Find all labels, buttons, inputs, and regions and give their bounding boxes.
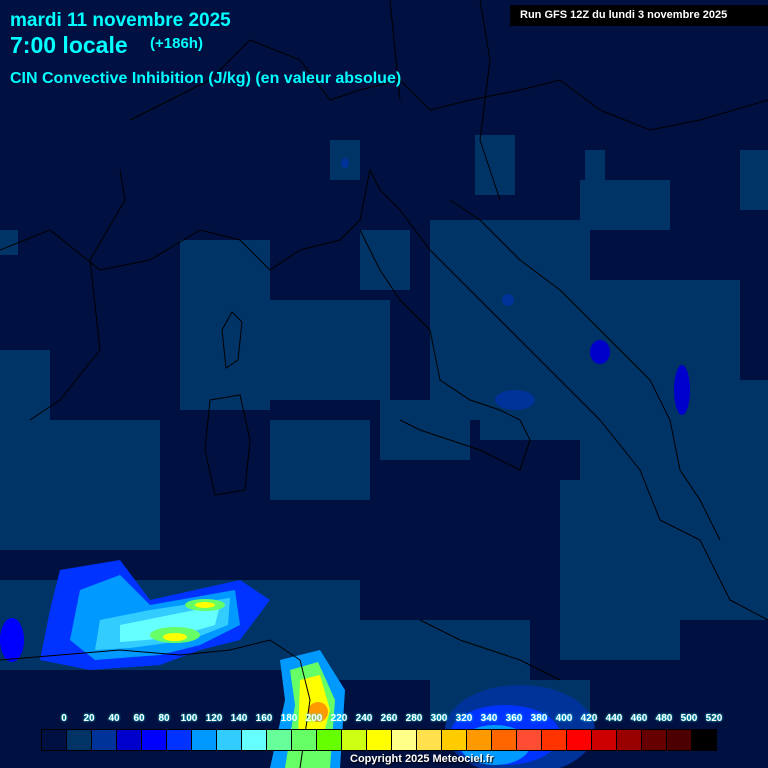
legend-swatch: [142, 730, 167, 750]
legend-label: 420: [580, 713, 598, 724]
legend-swatch: [242, 730, 267, 750]
forecast-lead-time: (+186h): [150, 35, 203, 52]
legend-label: 380: [530, 713, 548, 724]
legend-label: 340: [480, 713, 498, 724]
legend-label: 360: [505, 713, 523, 724]
legend-swatch: [592, 730, 617, 750]
legend-label: 0: [61, 713, 67, 724]
legend-label: 220: [330, 713, 348, 724]
legend-label: 400: [555, 713, 573, 724]
legend-swatch: [92, 730, 117, 750]
legend-swatch: [492, 730, 517, 750]
legend-swatch: [167, 730, 192, 750]
legend-label: 460: [630, 713, 648, 724]
legend-swatch: [467, 730, 492, 750]
legend-label: 300: [430, 713, 448, 724]
legend-label: 160: [255, 713, 273, 724]
variable-title: CIN Convective Inhibition (J/kg) (en val…: [10, 70, 402, 87]
legend-swatch: [192, 730, 217, 750]
legend-swatch: [267, 730, 292, 750]
legend-swatch: [442, 730, 467, 750]
legend-swatch: [367, 730, 392, 750]
legend-swatch: [117, 730, 142, 750]
legend-swatch: [617, 730, 642, 750]
legend-label: 320: [455, 713, 473, 724]
copyright: Copyright 2025 Meteociel.fr: [350, 753, 494, 765]
legend-swatch: [292, 730, 317, 750]
legend-label: 520: [705, 713, 723, 724]
forecast-date: mardi 11 novembre 2025: [10, 10, 231, 31]
legend-label: 180: [280, 713, 298, 724]
legend-label: 440: [605, 713, 623, 724]
legend-label: 100: [180, 713, 198, 724]
forecast-time: 7:00 locale: [10, 32, 128, 58]
legend-swatch: [667, 730, 692, 750]
legend-label: 80: [158, 713, 170, 724]
legend-label: 240: [355, 713, 373, 724]
legend-swatch: [517, 730, 542, 750]
legend-swatch: [392, 730, 417, 750]
legend-color-scale: [41, 729, 717, 751]
legend-swatch: [692, 730, 716, 750]
legend-label: 280: [405, 713, 423, 724]
legend-swatch: [642, 730, 667, 750]
legend-label: 20: [83, 713, 95, 724]
legend-label: 500: [680, 713, 698, 724]
legend-swatch: [42, 730, 67, 750]
legend-label: 140: [230, 713, 248, 724]
legend-swatch: [342, 730, 367, 750]
legend-label: 260: [380, 713, 398, 724]
cin-map: [0, 0, 768, 768]
weather-map-view: mardi 11 novembre 2025 7:00 locale (+186…: [0, 0, 768, 768]
legend-label: 120: [205, 713, 223, 724]
legend-swatch: [567, 730, 592, 750]
legend-swatch: [317, 730, 342, 750]
legend-label: 200: [305, 713, 323, 724]
legend-swatch: [67, 730, 92, 750]
legend-label: 40: [108, 713, 120, 724]
legend-label: 60: [133, 713, 145, 724]
model-run-label: Run GFS 12Z du lundi 3 novembre 2025: [510, 5, 768, 26]
legend-swatch: [542, 730, 567, 750]
legend-swatch: [417, 730, 442, 750]
legend-swatch: [217, 730, 242, 750]
legend-labels: 0 20 40 60 80 100 120 140 160 180 200 220 240 260 280 3…: [0, 713, 768, 727]
legend-label: 480: [655, 713, 673, 724]
